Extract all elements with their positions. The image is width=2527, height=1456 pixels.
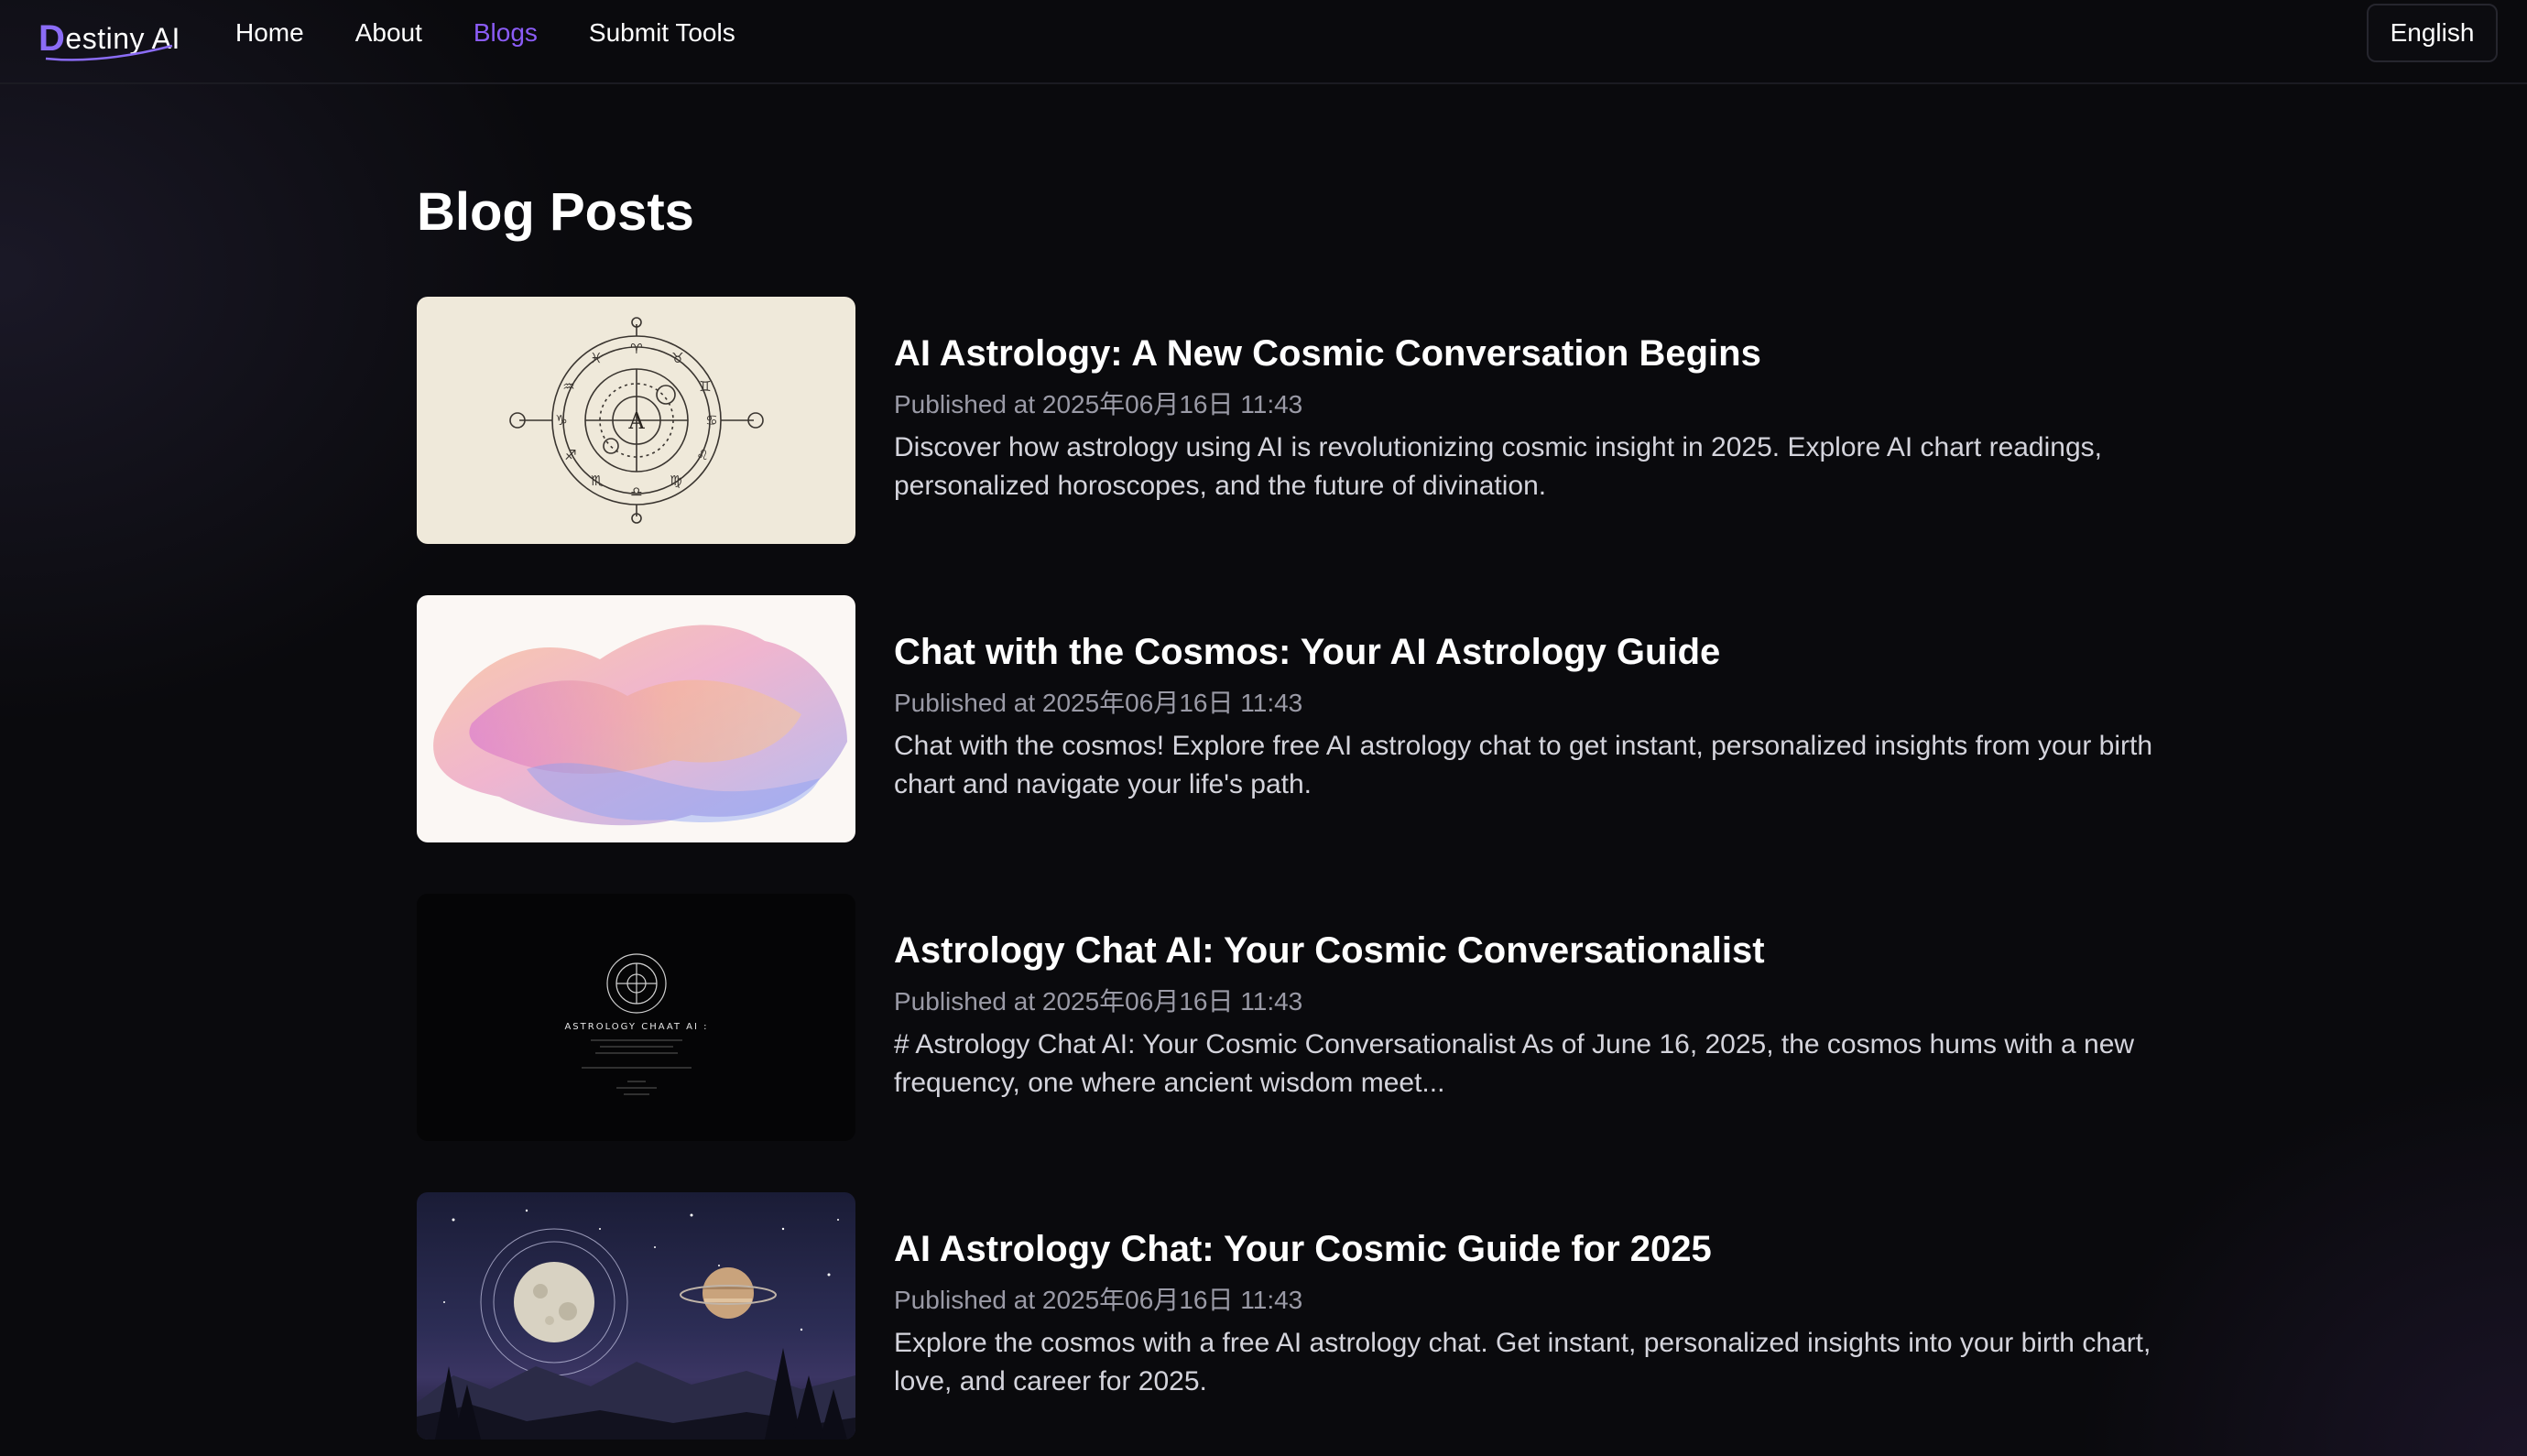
post-thumbnail[interactable] (417, 1192, 855, 1440)
svg-text:♒: ♒ (562, 378, 574, 395)
language-selector[interactable]: English (2367, 4, 2498, 62)
svg-text:♎: ♎ (630, 484, 642, 500)
zodiac-wheel-icon: ♈ ♉ ♊ ♋ ♌ ♍ ♎ ♏ ♐ ♑ ♒ ♓ A (509, 317, 764, 524)
post-title[interactable]: Astrology Chat AI: Your Cosmic Conversat… (894, 930, 2204, 972)
svg-text:♊: ♊ (699, 378, 711, 395)
svg-text:♏: ♏ (591, 473, 604, 489)
watercolor-image (433, 625, 847, 826)
svg-text:♓: ♓ (590, 350, 602, 366)
site-header: Destiny AI Home About Blogs Submit Tools… (0, 0, 2527, 84)
post-description: Discover how astrology using AI is revol… (894, 432, 2102, 501)
post-description: # Astrology Chat AI: Your Cosmic Convers… (894, 1029, 2135, 1098)
post-date: Published at 2025年06月16日 11:43 (894, 689, 1303, 717)
main-nav: Home About Blogs Submit Tools (235, 15, 735, 51)
post-date: Published at 2025年06月16日 11:43 (894, 1286, 1303, 1314)
post-thumbnail[interactable] (417, 595, 855, 842)
post-thumbnail[interactable]: ASTROLOGY CHAAT AI : (417, 894, 855, 1141)
nav-home[interactable]: Home (235, 15, 304, 51)
moon-planet-night-sky-image (417, 1209, 855, 1440)
blog-post-card[interactable]: ♈ ♉ ♊ ♋ ♌ ♍ ♎ ♏ ♐ ♑ ♒ ♓ A AI Astrology: A New Co… (417, 297, 2203, 544)
svg-text:♈: ♈ (630, 341, 642, 357)
nav-about[interactable]: About (355, 15, 422, 51)
svg-text:♋: ♋ (705, 412, 717, 429)
nav-submit-tools[interactable]: Submit Tools (589, 15, 735, 51)
nav-blogs[interactable]: Blogs (474, 15, 538, 51)
astrology-chat-poster: ASTROLOGY CHAAT AI : (564, 953, 708, 1095)
blog-post-card[interactable]: AI Astrology Chat: Your Cosmic Guide for… (417, 1192, 2203, 1440)
blog-post-card[interactable]: ASTROLOGY CHAAT AI : Astrology Chat AI: … (417, 894, 2203, 1141)
post-description: Explore the cosmos with a free AI astrol… (894, 1328, 2151, 1396)
post-title[interactable]: Chat with the Cosmos: Your AI Astrology … (894, 632, 2204, 673)
svg-text:♌: ♌ (696, 447, 708, 463)
post-title[interactable]: AI Astrology: A New Cosmic Conversation … (894, 333, 2204, 375)
svg-text:♉: ♉ (671, 350, 683, 366)
post-thumbnail[interactable]: ♈ ♉ ♊ ♋ ♌ ♍ ♎ ♏ ♐ ♑ ♒ ♓ A (417, 297, 855, 544)
logo-swoosh-icon (45, 44, 173, 61)
post-date: Published at 2025年06月16日 11:43 (894, 987, 1303, 1016)
svg-text:A: A (627, 408, 645, 434)
blog-post-card[interactable]: Chat with the Cosmos: Your AI Astrology … (417, 595, 2203, 842)
post-description: Chat with the cosmos! Explore free AI as… (894, 731, 2153, 799)
svg-text:ASTROLOGY CHAAT AI :: ASTROLOGY CHAAT AI : (564, 1022, 708, 1032)
post-title[interactable]: AI Astrology Chat: Your Cosmic Guide for… (894, 1229, 2204, 1270)
svg-text:♐: ♐ (564, 447, 576, 463)
post-date: Published at 2025年06月16日 11:43 (894, 390, 1303, 418)
page-title: Blog Posts (417, 182, 694, 242)
svg-text:♍: ♍ (670, 473, 681, 489)
svg-text:♑: ♑ (555, 412, 567, 429)
